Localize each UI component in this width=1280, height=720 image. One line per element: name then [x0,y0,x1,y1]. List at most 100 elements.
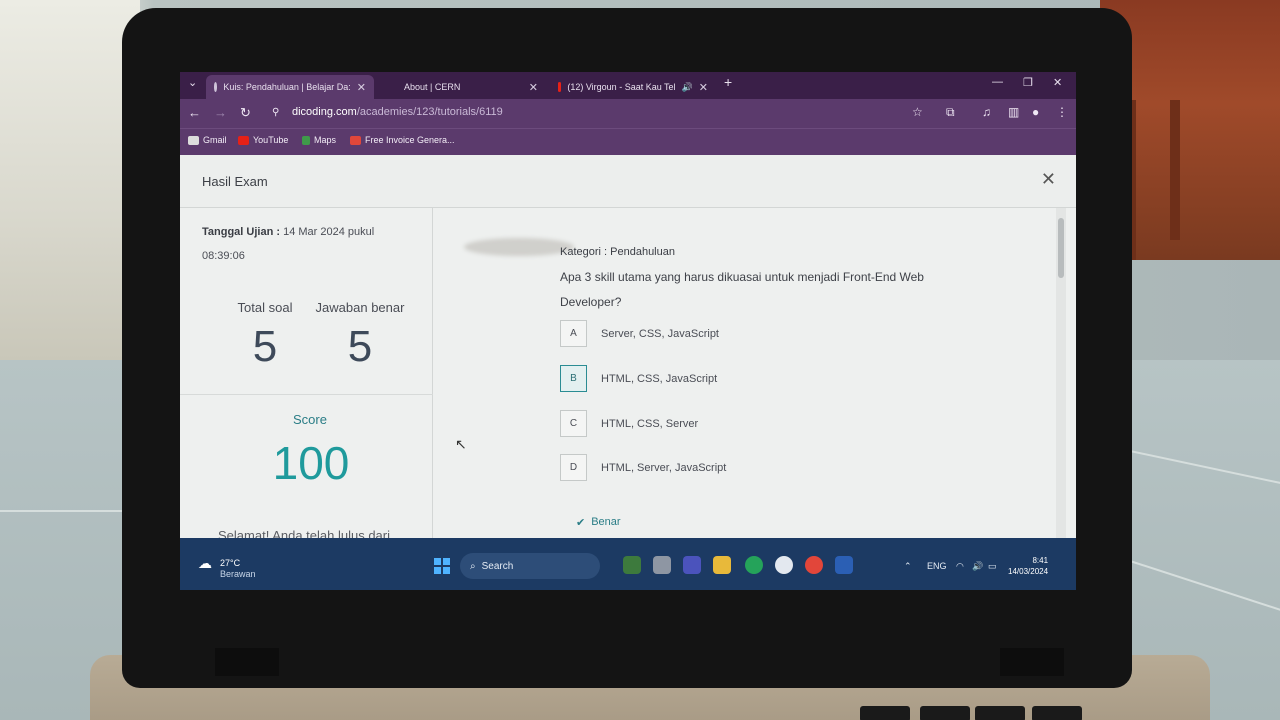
screen-smudge [464,238,574,256]
laptop-hinge [1000,648,1064,676]
url-field[interactable]: dicoding.com/academies/123/tutorials/611… [292,106,503,118]
exam-result-modal: Hasil Exam ✕ Tanggal Ujian : 14 Mar 2024… [180,155,1076,555]
option-key: C [560,410,587,437]
volume-icon[interactable]: 🔊 [972,561,983,572]
site-info-icon[interactable]: ⚲ [272,107,279,118]
wifi-icon[interactable]: ◠ [956,561,964,572]
star-icon[interactable]: ☆ [912,105,923,119]
close-icon[interactable]: ✕ [699,81,708,94]
teams-icon[interactable] [683,556,701,574]
option-a[interactable]: A Server, CSS, JavaScript [560,320,719,347]
keyboard-key [975,706,1025,720]
exam-time: 08:39:06 [202,250,245,262]
bookmarks-bar: Gmail YouTube Maps Free Invoice Genera..… [180,128,1076,155]
weather-widget[interactable]: ☁ 27°C Berawan [198,555,256,580]
modal-title: Hasil Exam [202,174,268,189]
option-text: HTML, Server, JavaScript [601,461,727,474]
search-label: Search [481,560,514,572]
answer-result: ✔ Benar [576,516,621,529]
gmail-icon [188,135,199,145]
copilot-icon[interactable] [623,556,641,574]
forward-icon[interactable]: → [214,105,227,120]
bookmark-youtube[interactable]: YouTube [238,135,288,145]
cloud-icon: ☁ [198,555,212,571]
total-value: 5 [252,322,278,371]
menu-icon[interactable]: ⋮ [1056,105,1068,119]
tab-cern[interactable]: About | CERN ✕ [396,75,546,99]
close-icon[interactable]: ✕ [1041,169,1056,190]
keyboard-key [1032,706,1082,720]
tab-youtube[interactable]: (12) Virgoun - Saat Kau Tel 🔊 ✕ [550,75,716,99]
option-b[interactable]: B HTML, CSS, JavaScript [560,365,717,392]
search-icon: ⌕ [470,560,476,572]
url-host: dicoding.com [292,106,357,118]
window-close-icon[interactable]: ✕ [1053,76,1062,89]
minimize-icon[interactable]: — [992,76,1003,88]
result-label: Benar [591,516,621,528]
whatsapp-icon[interactable] [745,556,763,574]
language-indicator[interactable]: ENG [927,561,947,571]
exam-date: Tanggal Ujian : 14 Mar 2024 pukul [202,226,374,238]
taskbar-search[interactable]: ⌕ Search [460,553,600,579]
profile-icon[interactable]: ● [1032,105,1039,119]
bookmark-label: Maps [314,135,337,145]
score-label: Score [293,412,327,427]
speaker-icon: 🔊 [681,81,693,92]
new-tab-icon[interactable]: + [724,74,732,90]
youtube-icon [238,135,249,145]
bookmark-label: YouTube [253,135,289,145]
close-icon[interactable]: ✕ [357,81,366,94]
floor-line [0,510,140,512]
close-icon[interactable]: ✕ [529,81,538,94]
option-key: A [560,320,587,347]
correct-label: Jawaban benar [315,300,405,315]
option-key: D [560,454,587,481]
weather-temp: 27°C [220,558,241,568]
tray-chevron-icon[interactable]: ⌃ [904,561,912,572]
option-key: B [560,365,587,392]
sidepanel-icon[interactable]: ▥ [1008,105,1019,119]
tab-title: About | CERN [404,82,461,92]
task-view-icon[interactable] [653,556,671,574]
scrollbar[interactable] [1056,208,1066,555]
youtube-icon [558,82,562,92]
app-icon[interactable] [775,556,793,574]
windows-taskbar: ☁ 27°C Berawan ⌕ Search ⌃ ENG ◠ 🔊 ▭ 8:41… [180,538,1076,590]
invoice-icon [350,135,361,145]
background-wall [0,0,140,360]
reload-icon[interactable]: ↻ [240,105,251,121]
option-c[interactable]: C HTML, CSS, Server [560,410,698,437]
checkmark-icon: ✔ [576,517,586,529]
dicoding-favicon-icon [214,82,218,92]
back-icon[interactable]: ← [188,105,201,120]
chrome-icon[interactable] [805,556,823,574]
floor-line [1129,450,1280,486]
file-explorer-icon[interactable] [713,556,731,574]
browser-tabbar: ⌄ Kuis: Pendahuluan | Belajar Da: ✕ Abou… [180,72,1076,99]
modal-header: Hasil Exam ✕ [180,155,1076,208]
media-icon[interactable]: ♫ [982,105,991,119]
weather-condition: Berawan [220,569,256,579]
mouse-cursor-icon: ↖ [455,436,467,452]
tab-kuis[interactable]: Kuis: Pendahuluan | Belajar Da: ✕ [206,75,374,99]
clock[interactable]: 8:41 14/03/2024 [1008,555,1048,577]
bookmark-maps[interactable]: Maps [302,135,336,145]
maps-icon [302,135,310,145]
word-icon[interactable] [835,556,853,574]
bookmark-label: Gmail [203,135,227,145]
tab-search-icon[interactable]: ⌄ [188,76,197,89]
scroll-thumb[interactable] [1058,218,1064,278]
restore-icon[interactable]: ❐ [1023,76,1033,89]
extensions-icon[interactable]: ⧉ [946,105,955,120]
windows-start-icon[interactable] [434,558,450,574]
battery-icon[interactable]: ▭ [988,561,997,572]
bookmark-gmail[interactable]: Gmail [188,135,227,145]
correct-value: 5 [347,322,373,371]
total-label: Total soal [237,300,293,315]
keyboard-key [860,706,910,720]
clock-date: 14/03/2024 [1008,567,1049,576]
question-text: Apa 3 skill utama yang harus dikuasai un… [560,270,924,309]
option-text: Server, CSS, JavaScript [601,327,719,340]
option-d[interactable]: D HTML, Server, JavaScript [560,454,726,481]
bookmark-invoice[interactable]: Free Invoice Genera... [350,135,455,145]
